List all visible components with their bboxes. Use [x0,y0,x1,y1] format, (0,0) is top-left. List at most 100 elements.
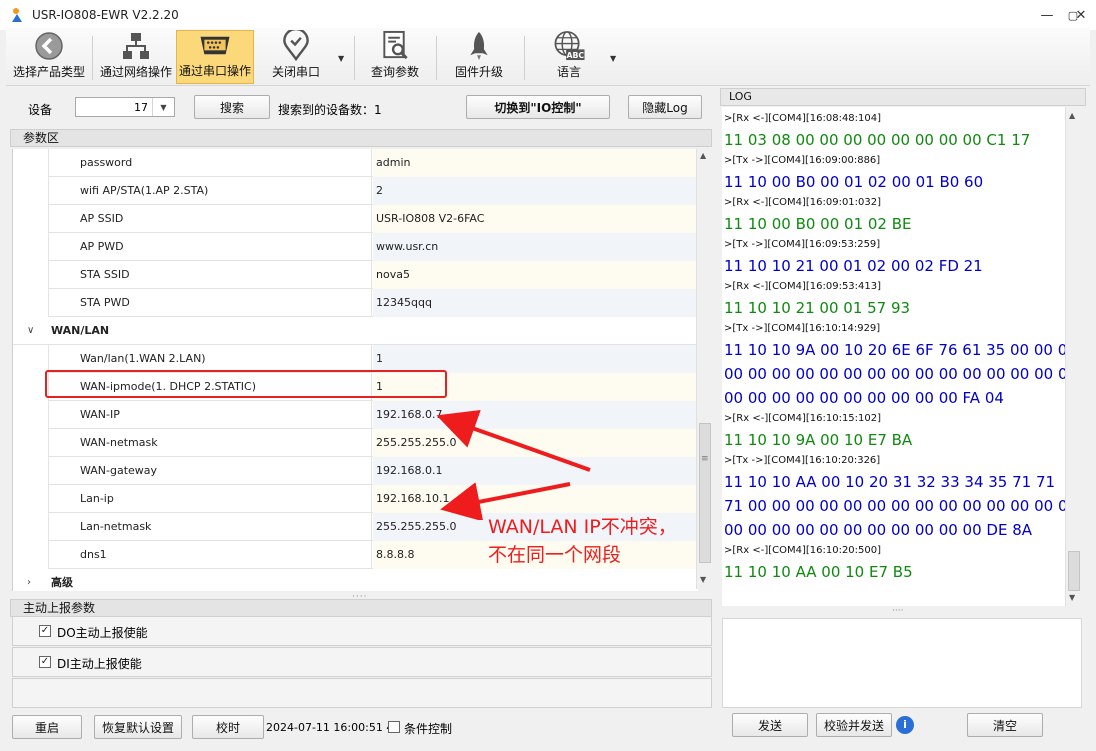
param-name: STA SSID [50,261,372,289]
do-report-label: DO主动上报使能 [57,626,148,640]
log-scrollbar[interactable]: ▲ ▼ [1065,107,1081,606]
log-line: 11 10 10 AA 00 10 E7 B5 [724,563,913,581]
toolbar-close-port-button[interactable]: 关闭串口 [258,30,334,84]
globe-badge-text: ABC [567,51,585,60]
hide-log-button[interactable]: 隐藏Log [628,95,702,119]
condition-control-label: 条件控制 [404,722,453,736]
log-line: >[Rx <-][COM4][16:10:15:102] [724,413,882,424]
log-line: 11 10 00 B0 00 01 02 BE [724,215,912,233]
search-button[interactable]: 搜索 [194,95,270,119]
params-scrollbar-thumb[interactable] [699,423,711,563]
serial-port-icon [200,36,230,55]
param-name: WAN-netmask [50,429,372,457]
param-row: STA PWD 12345qqq [13,289,698,317]
location-pin-icon [283,30,309,61]
param-value[interactable]: admin [373,149,698,177]
toolbar-network-op-button[interactable]: 通过网络操作 [96,30,176,84]
param-row: wifi AP/STA(1.AP 2.STA) 2 [13,177,698,205]
log-line: >[Tx ->][COM4][16:09:53:259] [724,239,881,250]
switch-io-control-button[interactable]: 切换到"IO控制" [466,95,610,119]
param-name: WAN-gateway [50,457,372,485]
param-value[interactable]: nova5 [373,261,698,289]
close-button[interactable]: ✕ [1066,0,1096,30]
time-sync-button[interactable]: 校时 [192,715,264,739]
log-line: 11 03 08 00 00 00 00 00 00 00 00 C1 17 [724,131,1031,149]
found-count-label: 搜索到的设备数：1 [278,103,382,117]
chevron-down-icon[interactable]: ∨ [27,317,34,344]
annotation-text: WAN/LAN IP不冲突， 不在同一个网段 [488,516,677,566]
log-send-input[interactable] [722,618,1082,708]
main-toolbar: 选择产品类型 通过网络操作 通过串口操作 关闭串口 ▼ 查询参数 固件升级 AB… [6,28,1090,86]
param-row: WAN-IP 192.168.0.7 [13,401,698,429]
log-line: >[Tx ->][COM4][16:09:00:886] [724,155,881,166]
param-value[interactable]: 192.168.0.7 [373,401,698,429]
highlight-box [45,370,447,398]
toolbar-firmware-upgrade-button[interactable]: 固件升级 [446,30,512,84]
verify-send-button[interactable]: 校验并发送 [816,713,892,737]
log-line: >[Rx <-][COM4][16:08:48:104] [724,113,882,124]
param-value[interactable]: 1 [373,345,698,373]
log-line: 11 10 10 21 00 01 57 93 [724,299,911,317]
log-line: 00 00 00 00 00 00 00 00 00 00 00 00 00 0… [724,365,1077,383]
param-row: password admin [13,149,698,177]
params-scrollbar[interactable]: ▲ ≡ ▼ [696,149,712,589]
di-report-row: ✓ DI主动上报使能 [12,647,712,677]
log-header: LOG [720,88,1086,106]
param-value[interactable]: USR-IO808 V2-6FAC [373,205,698,233]
log-line: 11 10 10 AA 00 10 20 31 32 33 34 35 71 7… [724,473,1056,491]
param-value[interactable]: 192.168.10.1 [373,485,698,513]
query-doc-icon [383,30,408,60]
device-bar: 设备 17 ▼ 搜索 搜索到的设备数：1 切换到"IO控制" 隐藏Log [8,88,716,128]
param-value[interactable]: 12345qqq [373,289,698,317]
category-advanced[interactable]: › 高级 [13,569,698,591]
param-value[interactable]: www.usr.cn [373,233,698,261]
param-value[interactable]: 2 [373,177,698,205]
param-value[interactable]: 192.168.0.1 [373,457,698,485]
log-line: >[Rx <-][COM4][16:09:53:413] [724,281,882,292]
toolbar-select-product-button[interactable]: 选择产品类型 [8,30,90,84]
log-line: >[Rx <-][COM4][16:10:20:500] [724,545,882,556]
param-name: AP PWD [50,233,372,261]
condition-control-checkbox[interactable] [388,721,400,733]
toolbar-serial-op-button[interactable]: 通过串口操作 [176,30,254,84]
log-area[interactable]: >[Rx <-][COM4][16:08:48:104] 11 03 08 00 … [722,107,1077,606]
toolbar-query-params-button[interactable]: 查询参数 [362,30,428,84]
send-button[interactable]: 发送 [732,713,808,737]
report-panel: ✓ DO主动上报使能 ✓ DI主动上报使能 [12,616,712,708]
clear-button[interactable]: 清空 [967,713,1043,737]
left-pane: 设备 17 ▼ 搜索 搜索到的设备数：1 切换到"IO控制" 隐藏Log 参数区… [8,88,716,743]
param-name: dns1 [50,541,372,569]
device-combo[interactable]: 17 ▼ [75,97,175,117]
log-line: 11 10 10 21 00 01 02 00 02 FD 21 [724,257,983,275]
log-line: 71 00 00 00 00 00 00 00 00 00 00 00 00 0… [724,497,1077,515]
log-line: 11 10 00 B0 00 01 02 00 01 B0 60 [724,173,984,191]
param-value[interactable]: 255.255.255.0 [373,429,698,457]
category-wan-lan[interactable]: ∨ WAN/LAN [13,317,698,345]
info-icon[interactable]: i [896,716,914,734]
log-scrollbar-thumb[interactable] [1068,551,1080,591]
param-name: Lan-ip [50,485,372,513]
do-report-row: ✓ DO主动上报使能 [12,616,712,646]
log-line: 11 10 10 9A 00 10 E7 BA [724,431,913,449]
di-report-checkbox[interactable]: ✓ [39,656,51,668]
bottom-bar: 重启 恢复默认设置 校时 2024-07-11 16:00:51 4 条件控制 [8,713,716,741]
globe-abc-icon: ABC [554,31,585,60]
language-dropdown-arrow[interactable]: ▼ [610,54,616,63]
log-line: >[Tx ->][COM4][16:10:20:326] [724,455,881,466]
toolbar-language-button[interactable]: ABC 语言 [536,30,602,84]
do-report-checkbox[interactable]: ✓ [39,625,51,637]
chevron-right-icon[interactable]: › [27,569,31,591]
close-port-dropdown-arrow[interactable]: ▼ [338,54,344,63]
restart-button[interactable]: 重启 [12,715,82,739]
param-row: STA SSID nova5 [13,261,698,289]
chevron-down-icon[interactable]: ▼ [152,98,174,116]
device-datetime: 2024-07-11 16:00:51 4 [266,721,394,734]
device-label: 设备 [28,103,53,117]
param-row: WAN-netmask 255.255.255.0 [13,429,698,457]
report-header: 主动上报参数 [10,599,712,617]
param-name: WAN-IP [50,401,372,429]
restore-defaults-button[interactable]: 恢复默认设置 [94,715,182,739]
param-row: Wan/lan(1.WAN 2.LAN) 1 [13,345,698,373]
rocket-icon [470,31,488,61]
back-arrow-icon [35,32,63,60]
